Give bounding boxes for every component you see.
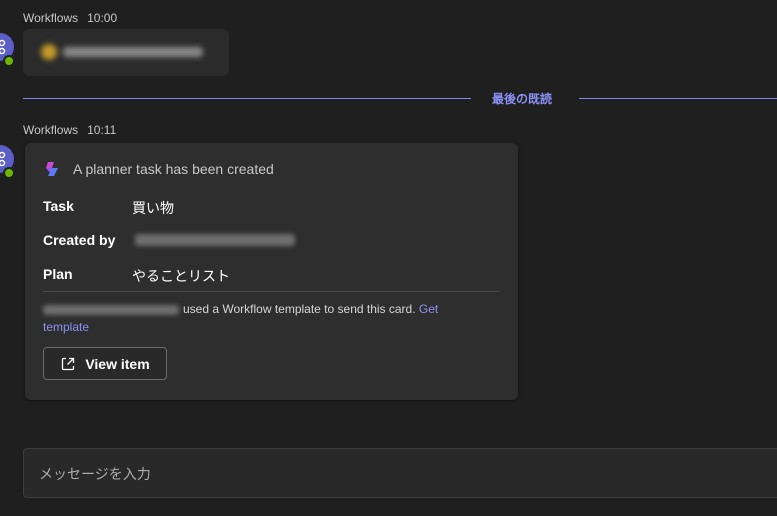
planner-task-card: A planner task has been created Task 買い物… [25, 143, 518, 400]
attribution-text: used a Workflow template to send this ca… [183, 302, 416, 316]
redacted-message-text [41, 41, 211, 61]
message-bubble [23, 29, 229, 76]
chat-pane: Workflows 10:00 最後の既読 Workflows 10:11 A … [0, 0, 777, 516]
redacted-creator-name [135, 234, 295, 246]
card-title: A planner task has been created [73, 161, 274, 177]
sender-name: Workflows [23, 123, 79, 137]
last-read-divider: 最後の既読 [23, 89, 777, 109]
sender-name: Workflows [23, 11, 79, 25]
open-external-icon [62, 357, 75, 370]
card-attribution: used a Workflow template to send this ca… [43, 300, 483, 336]
workflows-icon [0, 39, 6, 55]
message-composer[interactable] [23, 448, 777, 498]
available-status-icon [3, 167, 15, 179]
fact-label: Task [43, 198, 74, 214]
available-status-icon [3, 55, 15, 67]
redacted-user-name [43, 304, 179, 315]
card-header: A planner task has been created [43, 160, 274, 178]
fact-label: Created by [43, 232, 116, 248]
planner-logo-icon [46, 162, 58, 176]
view-item-button[interactable]: View item [43, 347, 167, 380]
message-time: 10:00 [87, 11, 118, 25]
workflows-icon [0, 151, 6, 167]
last-read-label: 最後の既読 [492, 92, 553, 106]
fact-value: やることリスト [132, 268, 230, 284]
message-header: Workflows 10:00 [23, 11, 117, 25]
fact-value: 買い物 [132, 200, 174, 216]
message-time: 10:11 [87, 123, 117, 137]
message-input[interactable] [37, 463, 741, 485]
card-divider [43, 291, 500, 292]
fact-label: Plan [43, 266, 73, 282]
view-item-label: View item [85, 355, 150, 372]
message-header: Workflows 10:11 [23, 123, 116, 137]
